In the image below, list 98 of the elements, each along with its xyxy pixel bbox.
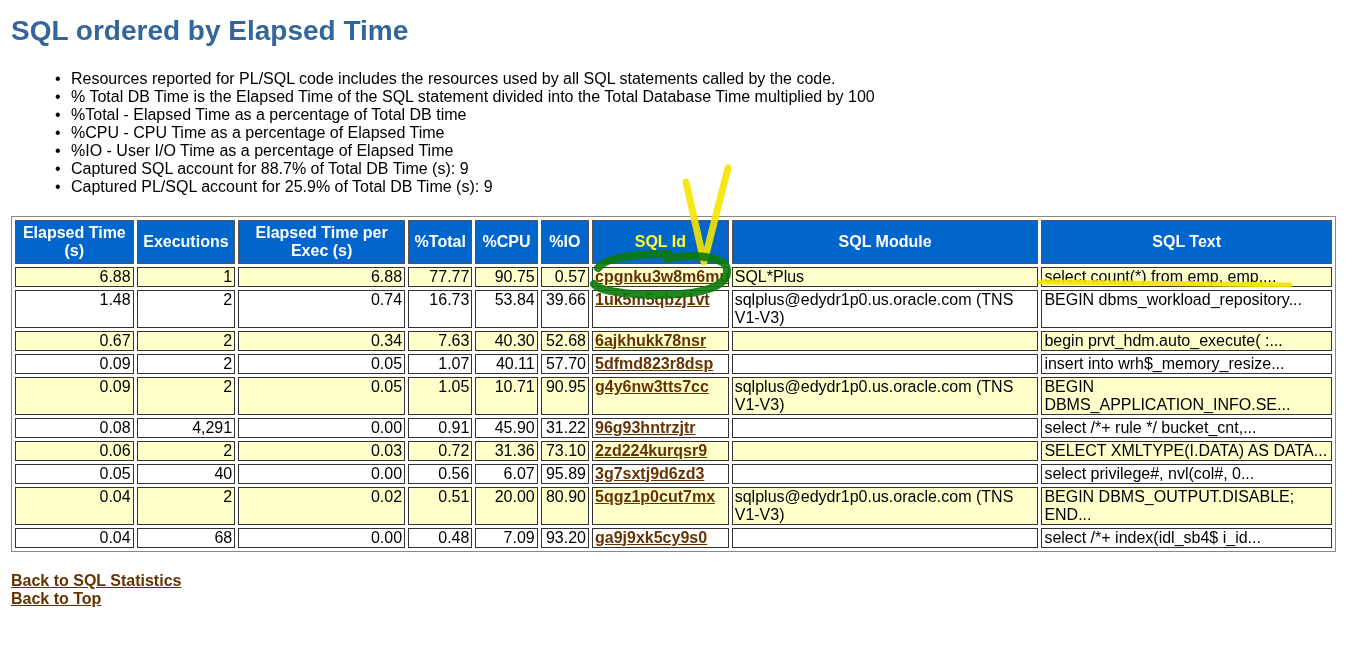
note-item: %CPU - CPU Time as a percentage of Elapsed Time xyxy=(71,123,445,142)
table-cell: 0.91 xyxy=(408,417,473,438)
table-cell: select /*+ index(idl_sb4$ i_id... xyxy=(1041,527,1332,548)
table-cell: 6.07 xyxy=(475,463,538,484)
table-cell: 40.11 xyxy=(475,353,538,374)
table-cell: select /*+ rule */ bucket_cnt,... xyxy=(1041,417,1332,438)
table-cell: 20.00 xyxy=(475,486,538,525)
table-cell: 80.90 xyxy=(540,486,589,525)
table-cell: sqlplus@edydr1p0.us.oracle.com (TNS V1-V3) xyxy=(731,289,1039,328)
table-cell: 0.67 xyxy=(15,330,134,351)
table-cell: 0.05 xyxy=(238,376,406,415)
note-item: Captured PL/SQL account for 25.9% of Total DB Time (s): 9 xyxy=(71,177,493,196)
table-cell: 0.00 xyxy=(238,527,406,548)
table-cell: 0.00 xyxy=(238,417,406,438)
column-header: %Total xyxy=(408,219,473,264)
table-cell: 0.05 xyxy=(238,353,406,374)
table-cell: SQL*Plus xyxy=(731,266,1039,287)
table-cell: 0.04 xyxy=(15,527,134,548)
table-cell: 68 xyxy=(136,527,236,548)
table-cell: 2 xyxy=(136,486,236,525)
table-cell: 0.06 xyxy=(15,440,134,461)
table-cell: 1.07 xyxy=(408,353,473,374)
table-cell: 0.09 xyxy=(15,353,134,374)
column-header: Elapsed Time (s) xyxy=(15,219,134,264)
table-cell: 40.30 xyxy=(475,330,538,351)
table-cell: sqlplus@edydr1p0.us.oracle.com (TNS V1-V3) xyxy=(731,376,1039,415)
table-cell: 2 xyxy=(136,353,236,374)
bullet: • xyxy=(55,87,62,106)
table-cell: BEGIN DBMS_APPLICATION_INFO.SE... xyxy=(1041,376,1332,415)
column-header: SQL Text xyxy=(1041,219,1332,264)
table-cell: 6.88 xyxy=(238,266,406,287)
table-cell: 77.77 xyxy=(408,266,473,287)
table-cell: 0.72 xyxy=(408,440,473,461)
table-cell: 0.04 xyxy=(15,486,134,525)
column-header: Executions xyxy=(136,219,236,264)
table-cell: 2 xyxy=(136,289,236,328)
note-item: % Total DB Time is the Elapsed Time of the SQL statement divided into the Total Database Time multiplied by 100 xyxy=(71,87,875,106)
table-cell: 0.51 xyxy=(408,486,473,525)
table-cell: 0.56 xyxy=(408,463,473,484)
table-cell: begin prvt_hdm.auto_execute( :... xyxy=(1041,330,1332,351)
table-cell: 7.09 xyxy=(475,527,538,548)
table-cell: 39.66 xyxy=(540,289,589,328)
table-cell: sqlplus@edydr1p0.us.oracle.com (TNS V1-V3) xyxy=(731,486,1039,525)
table-cell: 0.48 xyxy=(408,527,473,548)
table-cell: 90.95 xyxy=(540,376,589,415)
table-cell: 16.73 xyxy=(408,289,473,328)
table-cell: 0.08 xyxy=(15,417,134,438)
table-cell: 2 xyxy=(136,376,236,415)
bullet: • xyxy=(55,177,62,196)
table-cell: 31.22 xyxy=(540,417,589,438)
table-cell: 0.74 xyxy=(238,289,406,328)
note-item: %Total - Elapsed Time as a percentage of Total DB time xyxy=(71,105,467,124)
table-cell: 0.03 xyxy=(238,440,406,461)
table-cell: 4,291 xyxy=(136,417,236,438)
note-item: %IO - User I/O Time as a percentage of Elapsed Time xyxy=(71,141,454,160)
table-cell: 2 xyxy=(136,330,236,351)
table-cell: 0.57 xyxy=(540,266,589,287)
table-cell: 90.75 xyxy=(475,266,538,287)
table-cell: 0.05 xyxy=(15,463,134,484)
table-cell: 1.48 xyxy=(15,289,134,328)
table-cell: SELECT XMLTYPE(I.DATA) AS DATA... xyxy=(1041,440,1332,461)
bullet: • xyxy=(55,123,62,142)
table-cell: 0.02 xyxy=(238,486,406,525)
table-cell: 0.34 xyxy=(238,330,406,351)
bullet: • xyxy=(55,105,62,124)
table-cell: select privilege#, nvl(col#, 0... xyxy=(1041,463,1332,484)
table-cell: 57.70 xyxy=(540,353,589,374)
table-cell: 31.36 xyxy=(475,440,538,461)
table-cell: 73.10 xyxy=(540,440,589,461)
table-cell: 52.68 xyxy=(540,330,589,351)
page-title: SQL ordered by Elapsed Time xyxy=(11,14,410,48)
table-cell: BEGIN DBMS_OUTPUT.DISABLE; END... xyxy=(1041,486,1332,525)
table-cell: 7.63 xyxy=(408,330,473,351)
table-cell: 40 xyxy=(136,463,236,484)
back-link[interactable]: Back to Top xyxy=(11,589,102,608)
column-header: %CPU xyxy=(475,219,538,264)
table-cell: 53.84 xyxy=(475,289,538,328)
table-cell: 2 xyxy=(136,440,236,461)
bullet: • xyxy=(55,141,62,160)
table-cell: 95.89 xyxy=(540,463,589,484)
table-cell: 45.90 xyxy=(475,417,538,438)
table-cell: 0.00 xyxy=(238,463,406,484)
bullet: • xyxy=(55,69,62,88)
column-header: %IO xyxy=(540,219,589,264)
column-header: SQL Module xyxy=(731,219,1039,264)
note-item: Captured SQL account for 88.7% of Total DB Time (s): 9 xyxy=(71,159,469,178)
back-link[interactable]: Back to SQL Statistics xyxy=(11,571,182,590)
table-cell: BEGIN dbms_workload_repository... xyxy=(1041,289,1332,328)
note-item: Resources reported for PL/SQL code includes the resources used by all SQL statements called by the code. xyxy=(71,69,836,88)
table-cell: 6.88 xyxy=(15,266,134,287)
column-header: Elapsed Time per Exec (s) xyxy=(238,219,406,264)
table-cell: 93.20 xyxy=(540,527,589,548)
bullet: • xyxy=(55,159,62,178)
table-cell: 1.05 xyxy=(408,376,473,415)
table-cell: 0.09 xyxy=(15,376,134,415)
table-cell: insert into wrh$_memory_resize... xyxy=(1041,353,1332,374)
table-cell: 1 xyxy=(136,266,236,287)
table-cell: 10.71 xyxy=(475,376,538,415)
